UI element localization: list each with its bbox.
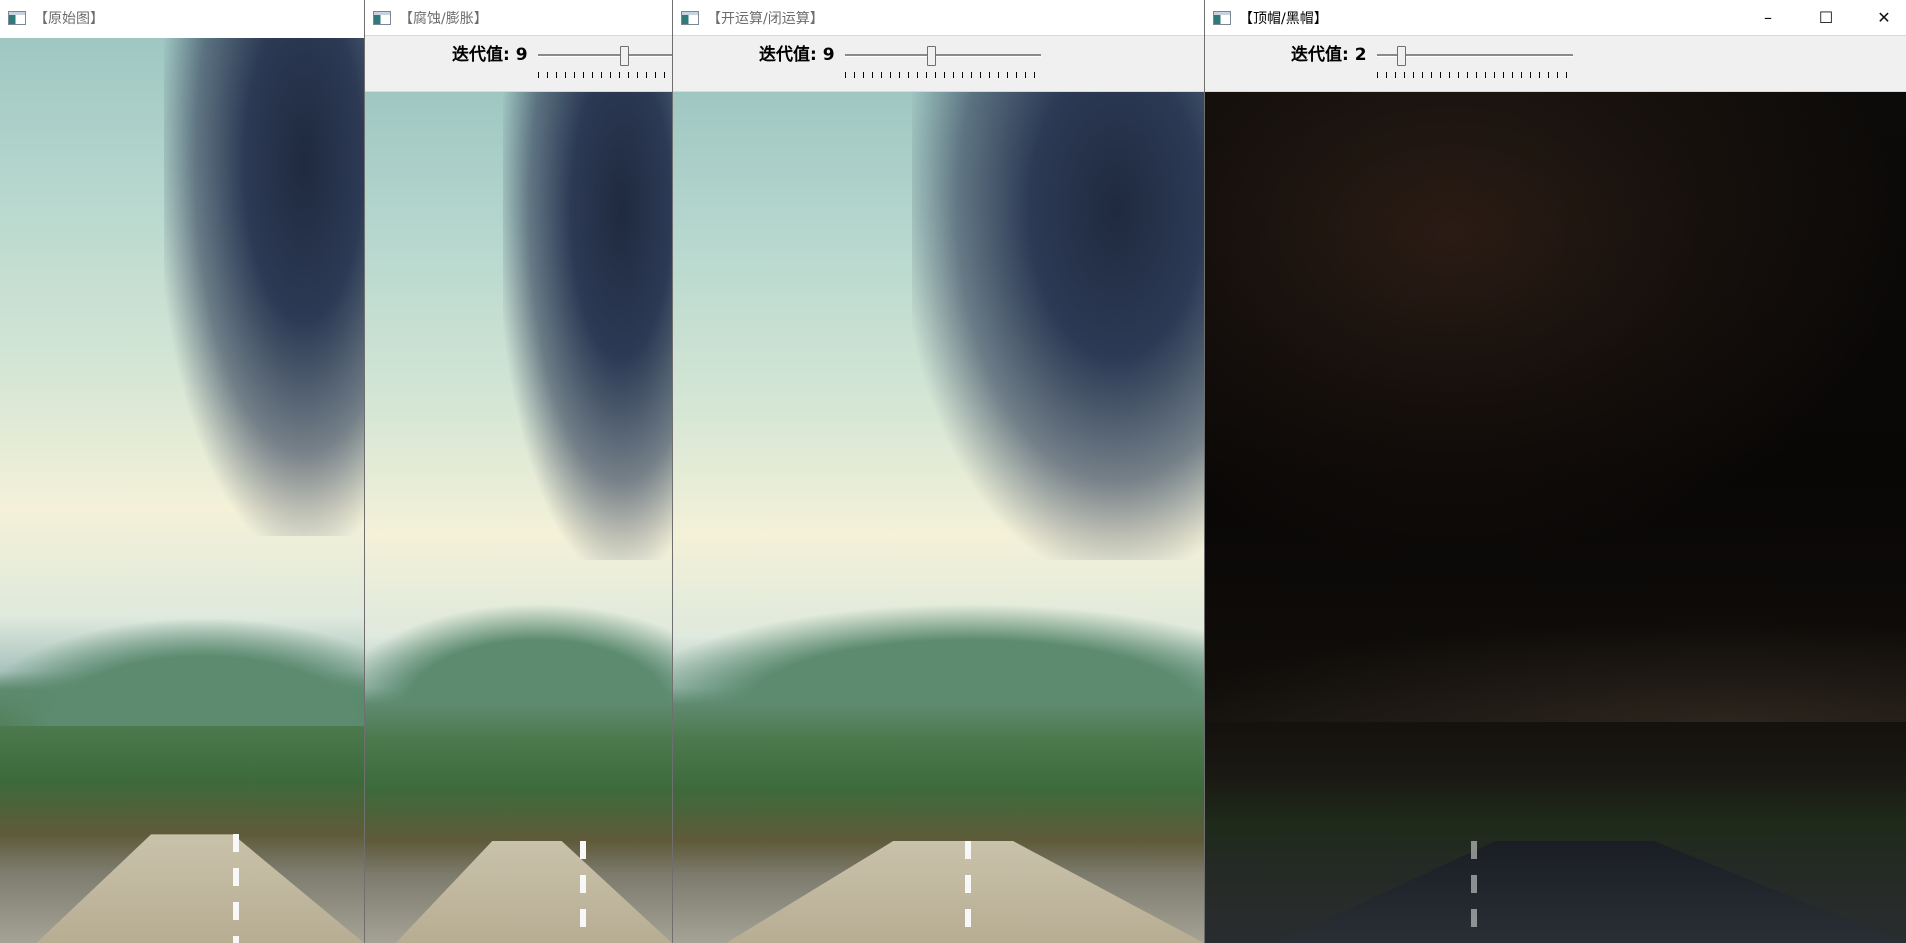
window-title: 【原始图】 [34, 10, 104, 27]
app-window-icon [681, 10, 699, 25]
slider-ticks [1377, 72, 1573, 78]
titlebar-original[interactable]: 【原始图】 [0, 0, 364, 35]
image-erode-dilate [365, 92, 672, 943]
app-window-icon [8, 10, 26, 25]
slider-ticks [845, 72, 1041, 78]
trackbar-panel: 迭代值: 9 [673, 35, 1204, 92]
slider-track [1377, 54, 1573, 57]
window-open-close[interactable]: 【开运算/闭运算】 迭代值: 9 [672, 0, 1204, 943]
minimize-icon[interactable]: – [1739, 0, 1797, 35]
titlebar-open-close[interactable]: 【开运算/闭运算】 [673, 0, 1204, 35]
trackbar-label: 迭代值: 9 [452, 45, 528, 65]
window-original[interactable]: 【原始图】 [0, 0, 364, 943]
trackbar-panel: 迭代值: 9 [365, 35, 672, 92]
trackbar-panel: 迭代值: 2 [1205, 35, 1906, 92]
trackbar-label: 迭代值: 2 [1291, 45, 1367, 65]
iteration-slider[interactable] [1377, 46, 1573, 86]
image-original [0, 38, 364, 943]
image-open-close [673, 92, 1204, 943]
window-title: 【腐蚀/膨胀】 [399, 10, 488, 27]
iteration-slider[interactable] [538, 46, 672, 86]
app-window-icon [373, 10, 391, 25]
window-tophat-blackhat[interactable]: 【顶帽/黑帽】 – ☐ ✕ 迭代值: 2 [1204, 0, 1906, 943]
titlebar-erode-dilate[interactable]: 【腐蚀/膨胀】 [365, 0, 672, 35]
close-icon[interactable]: ✕ [1855, 0, 1906, 35]
trackbar-label: 迭代值: 9 [759, 45, 835, 65]
slider-thumb[interactable] [927, 46, 936, 66]
app-window-icon [1213, 10, 1231, 25]
maximize-icon[interactable]: ☐ [1797, 0, 1855, 35]
slider-track [845, 54, 1041, 57]
window-controls: – ☐ ✕ [1739, 0, 1906, 35]
iteration-slider[interactable] [845, 46, 1041, 86]
slider-thumb[interactable] [1397, 46, 1406, 66]
window-title: 【顶帽/黑帽】 [1239, 10, 1328, 27]
image-tophat-blackhat [1205, 92, 1906, 943]
slider-ticks [538, 72, 672, 78]
window-title: 【开运算/闭运算】 [707, 10, 824, 27]
slider-track [538, 54, 672, 57]
window-erode-dilate[interactable]: 【腐蚀/膨胀】 迭代值: 9 [364, 0, 672, 943]
slider-thumb[interactable] [620, 46, 629, 66]
